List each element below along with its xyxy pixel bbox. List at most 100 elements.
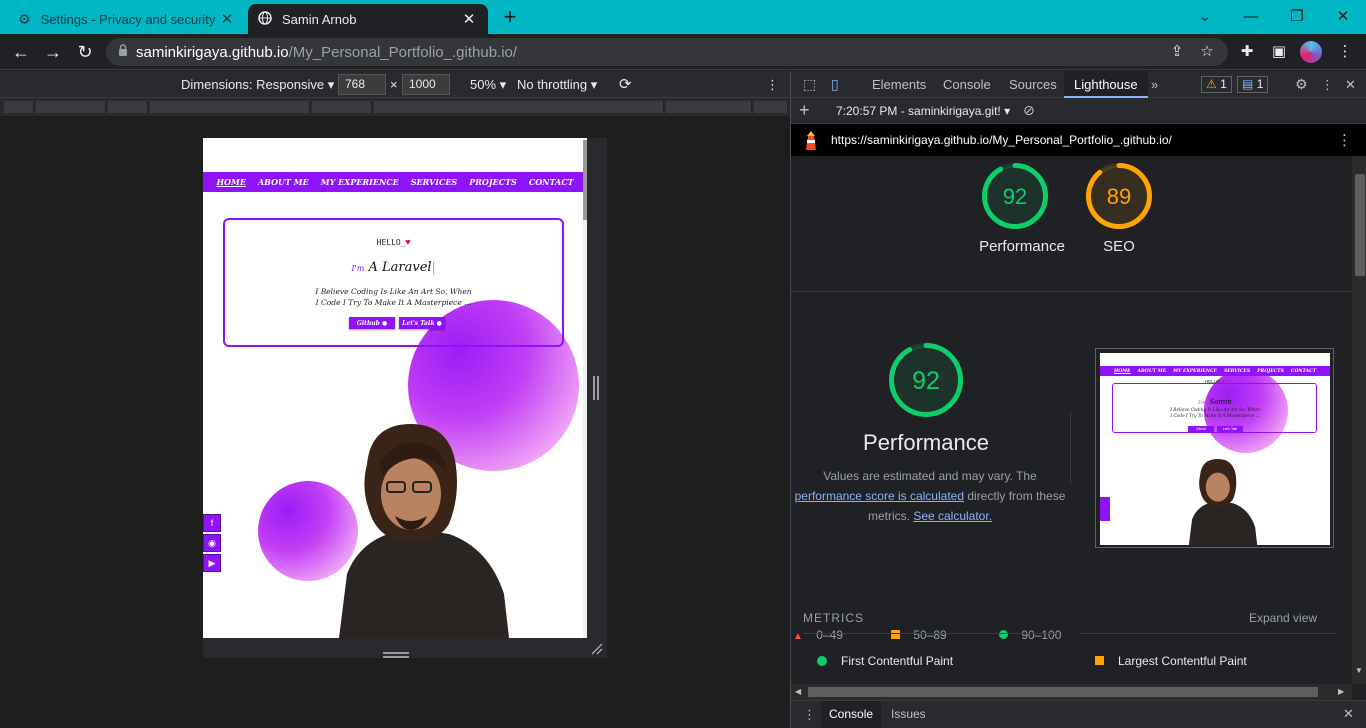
rotate-icon[interactable]: ⟳ [619,75,632,93]
github-social-icon[interactable]: ◉ [203,534,221,552]
lets-talk-button[interactable]: Let's Talk ● [399,317,445,329]
performance-description: Values are estimated and may vary. The p… [794,469,1066,523]
gear-icon: ⚙ [18,10,31,27]
messages-badge[interactable]: ▤ 1 [1237,76,1269,93]
square-icon [891,630,900,639]
message-icon: ▤ [1242,77,1254,91]
forward-button[interactable]: → [40,40,66,64]
warnings-badge[interactable]: ⚠ 1 [1201,76,1232,93]
bookmark-star-icon[interactable]: ☆ [1196,42,1218,62]
tagline-line-2: I Code I Try To Make It A Masterpiece ..… [315,298,472,307]
zoom-select[interactable]: 50% ▾ [470,77,506,93]
times-sign: × [390,77,398,92]
gauge-value: 92 [912,367,940,395]
tab-console[interactable]: Console [933,71,1001,98]
device-toolbar: Dimensions: Responsive ▾ 768 × 1000 50% … [0,71,790,98]
metric-lcp: Largest Contentful Paint [1118,654,1247,668]
drawer-menu-icon[interactable]: ⋮ [803,707,816,723]
report-url[interactable]: https://saminkirigaya.github.io/My_Perso… [831,133,1172,147]
resize-handle-bottom[interactable] [383,646,409,661]
tab-title: Settings - Privacy and security [40,11,216,27]
close-icon[interactable]: ✕ [218,10,236,28]
throttling-select[interactable]: No throttling ▾ [517,77,597,93]
resize-handle-right[interactable] [592,374,600,402]
tab-strip: ⚙ Settings - Privacy and security ✕ Sami… [0,0,1366,34]
back-button[interactable]: ← [8,40,34,64]
drawer-tab-issues[interactable]: Issues [891,701,926,728]
site-nav: HOME ABOUT ME MY EXPERIENCE SERVICES PRO… [203,172,587,192]
report-vertical-scrollbar[interactable]: ▼ [1352,156,1366,684]
device-toggle-icon[interactable]: ▯ [821,71,849,98]
nav-about[interactable]: ABOUT ME [258,177,309,187]
lock-icon [118,43,128,61]
hello-text: HELLO [376,238,401,247]
close-devtools-icon[interactable]: ✕ [1335,71,1366,98]
tab-settings[interactable]: ⚙ Settings - Privacy and security ✕ [8,4,246,34]
legend-fail: ▲ 0–49 [793,628,843,642]
github-button[interactable]: Github ● [349,317,395,329]
dimensions-select[interactable]: Dimensions: Responsive ▾ [181,77,334,93]
youtube-icon[interactable]: ▶ [203,554,221,572]
drawer-tab-console[interactable]: Console [821,701,882,728]
tagline-line-1: I Believe Coding Is Like An Art So, When [315,287,472,296]
report-horizontal-scrollbar[interactable]: ◀ ▶ [791,684,1352,700]
globe-icon [258,10,272,28]
performance-title: Performance [863,430,989,455]
more-options-icon[interactable]: ⋮ [766,77,779,93]
report-url-bar: https://saminkirigaya.github.io/My_Perso… [791,124,1366,156]
pass-circle-icon [817,656,827,666]
nav-projects[interactable]: PROJECTS [469,177,517,187]
close-drawer-icon[interactable]: ✕ [1343,706,1354,722]
clear-reports-icon[interactable]: ⊘ [1023,102,1035,119]
minimize-button[interactable]: — [1228,0,1274,32]
close-window-button[interactable]: ✕ [1320,0,1366,32]
gauge-seo-top[interactable]: 89 [1085,162,1153,233]
metrics-heading: METRICS [803,611,864,625]
nav-home[interactable]: HOME [216,177,245,187]
facebook-icon[interactable]: f [203,514,221,532]
tab-samin-arnob[interactable]: Samin Arnob ✕ [248,4,488,34]
side-panel-icon[interactable]: ▣ [1268,42,1290,62]
new-report-icon[interactable]: + [799,100,810,121]
tab-title: Samin Arnob [282,11,357,27]
profile-avatar[interactable] [1300,41,1322,63]
divider [791,291,1352,292]
heart-icon: ♥ [405,238,411,247]
share-icon[interactable]: ⇪ [1166,42,1188,62]
height-input[interactable]: 1000 [402,74,450,95]
nav-experience[interactable]: MY EXPERIENCE [321,177,399,187]
tab-lighthouse[interactable]: Lighthouse [1064,71,1148,98]
width-input[interactable]: 768 [338,74,386,95]
nav-services[interactable]: SERVICES [411,177,457,187]
lighthouse-logo-icon [803,130,819,153]
restore-button[interactable]: ❐ [1274,0,1320,32]
im-text: I'm [351,264,365,273]
reload-button[interactable]: ↻ [72,40,98,64]
report-selector[interactable]: 7:20:57 PM - saminkirigaya.git! ▾ [836,104,1010,118]
menu-icon[interactable]: ⋮ [1334,42,1356,62]
report-menu-icon[interactable]: ⋮ [1337,131,1352,149]
gauge-value: 92 [1003,184,1027,209]
more-tabs-icon[interactable]: » [1141,71,1168,98]
gauge-performance-large: 92 [888,342,964,421]
address-bar[interactable]: saminkirigaya.github.io/My_Personal_Port… [106,38,1228,66]
final-screenshot[interactable]: HOME ABOUT ME MY EXPERIENCE SERVICES PROJECT… [1095,348,1334,548]
see-calculator-link[interactable]: See calculator. [913,509,992,523]
new-tab-button[interactable]: + [498,6,522,30]
legend-pass: 90–100 [999,628,1061,642]
resize-corner-handle[interactable] [591,643,603,658]
tab-elements[interactable]: Elements [862,71,936,98]
tab-sources[interactable]: Sources [999,71,1067,98]
legend-average: 50–89 [891,628,947,642]
url-path: /My_Personal_Portfolio_.github.io/ [288,43,518,61]
warning-icon: ⚠ [1206,77,1217,91]
gauge-label-seo: SEO [1103,238,1135,255]
tab-search-icon[interactable]: ⌄ [1182,0,1228,32]
nav-contact[interactable]: CONTACT [529,177,574,187]
gauge-value: 89 [1107,184,1131,209]
media-query-ruler [0,98,790,116]
performance-score-link[interactable]: performance score is calculated [795,489,964,503]
expand-view-toggle[interactable]: Expand view [1249,611,1317,625]
close-icon[interactable]: ✕ [460,10,478,28]
extensions-icon[interactable]: ✚ [1236,42,1258,62]
